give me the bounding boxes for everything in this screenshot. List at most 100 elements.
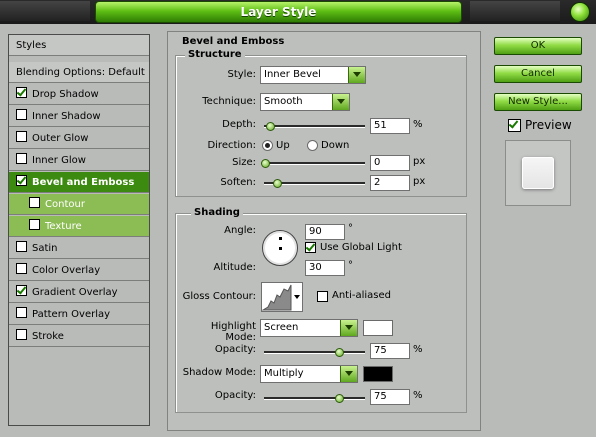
style-item-label: Pattern Overlay	[32, 309, 111, 320]
shadow-color-swatch[interactable]	[363, 366, 393, 382]
style-item-satin[interactable]: Satin	[9, 238, 149, 259]
shadow-mode-select[interactable]: Multiply	[260, 365, 358, 383]
depth-slider[interactable]	[264, 122, 365, 131]
style-item-texture[interactable]: Texture	[9, 216, 149, 237]
gloss-contour-picker[interactable]	[261, 282, 293, 312]
angle-dial[interactable]	[262, 230, 298, 266]
shadow-opacity-unit: %	[413, 390, 423, 401]
structure-title: Structure	[185, 49, 245, 60]
checkbox-icon[interactable]	[16, 87, 27, 98]
soften-label: Soften:	[220, 177, 256, 188]
dialog-title: Layer Style	[95, 1, 462, 23]
chevron-down-icon[interactable]	[348, 67, 365, 83]
soften-input[interactable]: 2	[370, 175, 410, 191]
size-slider[interactable]	[261, 159, 365, 168]
style-item-drop-shadow[interactable]: Drop Shadow	[9, 84, 149, 105]
checkbox-icon[interactable]	[16, 131, 27, 142]
highlight-opacity-slider[interactable]	[264, 348, 365, 357]
soften-slider[interactable]	[264, 179, 365, 188]
style-item-color-overlay[interactable]: Color Overlay	[9, 260, 149, 281]
style-item-label: Drop Shadow	[32, 89, 99, 100]
style-item-label: Color Overlay	[32, 265, 101, 276]
styles-list: Styles Blending Options: Default Drop Sh…	[8, 34, 150, 426]
shadow-mode-label: Shadow Mode:	[182, 367, 256, 378]
global-light-label: Use Global Light	[320, 242, 402, 253]
direction-down-radio[interactable]	[307, 140, 318, 151]
new-style-button[interactable]: New Style...	[494, 93, 582, 111]
ok-button[interactable]: OK	[494, 37, 582, 55]
style-item-inner-glow[interactable]: Inner Glow	[9, 150, 149, 171]
direction-up-radio[interactable]	[262, 140, 273, 151]
style-item-bevel-and-emboss[interactable]: Bevel and Emboss	[9, 172, 149, 193]
angle-input[interactable]: 90	[305, 224, 345, 240]
preview-checkbox[interactable]	[508, 119, 521, 132]
preview-thumbnail	[505, 140, 571, 206]
checkbox-icon[interactable]	[16, 109, 27, 120]
gloss-contour-label: Gloss Contour:	[182, 291, 256, 302]
size-label: Size:	[232, 157, 256, 168]
soften-slider-thumb[interactable]	[273, 179, 282, 188]
size-slider-thumb[interactable]	[261, 159, 270, 168]
gloss-contour-dropdown[interactable]	[292, 282, 303, 312]
title-bar[interactable]: Layer Style	[0, 0, 596, 24]
checkbox-icon[interactable]	[16, 263, 27, 274]
angle-center-icon	[279, 247, 282, 250]
highlight-opacity-thumb[interactable]	[335, 348, 344, 357]
highlight-opacity-input[interactable]: 75	[370, 343, 410, 359]
checkbox-icon[interactable]	[16, 241, 27, 252]
style-item-label: Texture	[45, 221, 82, 232]
style-item-gradient-overlay[interactable]: Gradient Overlay	[9, 282, 149, 303]
highlight-mode-value: Screen	[264, 322, 299, 333]
style-label: Style:	[227, 69, 257, 80]
depth-input[interactable]: 51	[370, 118, 410, 134]
style-item-label: Gradient Overlay	[32, 287, 118, 298]
style-item-outer-glow[interactable]: Outer Glow	[9, 128, 149, 149]
checkbox-icon[interactable]	[16, 307, 27, 318]
shadow-opacity-thumb[interactable]	[335, 394, 344, 403]
close-icon[interactable]	[570, 2, 590, 22]
checkbox-icon[interactable]	[16, 175, 27, 186]
highlight-mode-label: Highlight Mode:	[210, 321, 256, 343]
checkbox-icon[interactable]	[16, 285, 27, 296]
shadow-opacity-input[interactable]: 75	[370, 389, 410, 405]
bevel-style-select[interactable]: Inner Bevel	[260, 66, 366, 84]
style-item-contour[interactable]: Contour	[9, 194, 149, 215]
checkbox-icon[interactable]	[29, 219, 40, 230]
style-item-label: Inner Glow	[32, 155, 86, 166]
altitude-input[interactable]: 30	[305, 260, 345, 276]
style-item-inner-shadow[interactable]: Inner Shadow	[9, 106, 149, 127]
altitude-unit: °	[348, 260, 353, 271]
highlight-opacity-label: Opacity:	[214, 344, 256, 355]
checkbox-icon[interactable]	[16, 329, 27, 340]
depth-label: Depth:	[222, 119, 256, 130]
angle-unit: °	[348, 223, 353, 234]
bevel-style-value: Inner Bevel	[264, 69, 321, 80]
shadow-opacity-slider[interactable]	[264, 394, 365, 403]
anti-aliased-checkbox[interactable]	[317, 291, 328, 302]
chevron-down-icon[interactable]	[340, 366, 357, 382]
global-light-checkbox[interactable]	[305, 242, 316, 253]
highlight-color-swatch[interactable]	[363, 320, 393, 336]
checkbox-icon[interactable]	[16, 153, 27, 164]
chevron-down-icon[interactable]	[332, 94, 349, 110]
style-item-stroke[interactable]: Stroke	[9, 326, 149, 347]
angle-label: Angle:	[224, 225, 256, 236]
styles-header[interactable]: Styles	[9, 35, 149, 56]
chevron-down-icon[interactable]	[340, 320, 357, 336]
contour-curve-icon	[261, 284, 292, 311]
size-input[interactable]: 0	[370, 155, 410, 171]
title-bar-right-grip	[470, 1, 560, 21]
cancel-button[interactable]: Cancel	[494, 65, 582, 83]
preview-label: Preview	[525, 118, 572, 132]
checkbox-icon[interactable]	[29, 197, 40, 208]
style-item-label: Outer Glow	[32, 133, 89, 144]
angle-indicator-icon	[279, 237, 282, 240]
blending-options-item[interactable]: Blending Options: Default	[9, 62, 149, 83]
technique-select[interactable]: Smooth	[260, 93, 350, 111]
depth-slider-thumb[interactable]	[266, 122, 275, 131]
shadow-opacity-label: Opacity:	[214, 390, 256, 401]
style-item-pattern-overlay[interactable]: Pattern Overlay	[9, 304, 149, 325]
preview-swatch	[522, 157, 554, 189]
depth-unit: %	[413, 119, 423, 130]
highlight-mode-select[interactable]: Screen	[260, 319, 358, 337]
